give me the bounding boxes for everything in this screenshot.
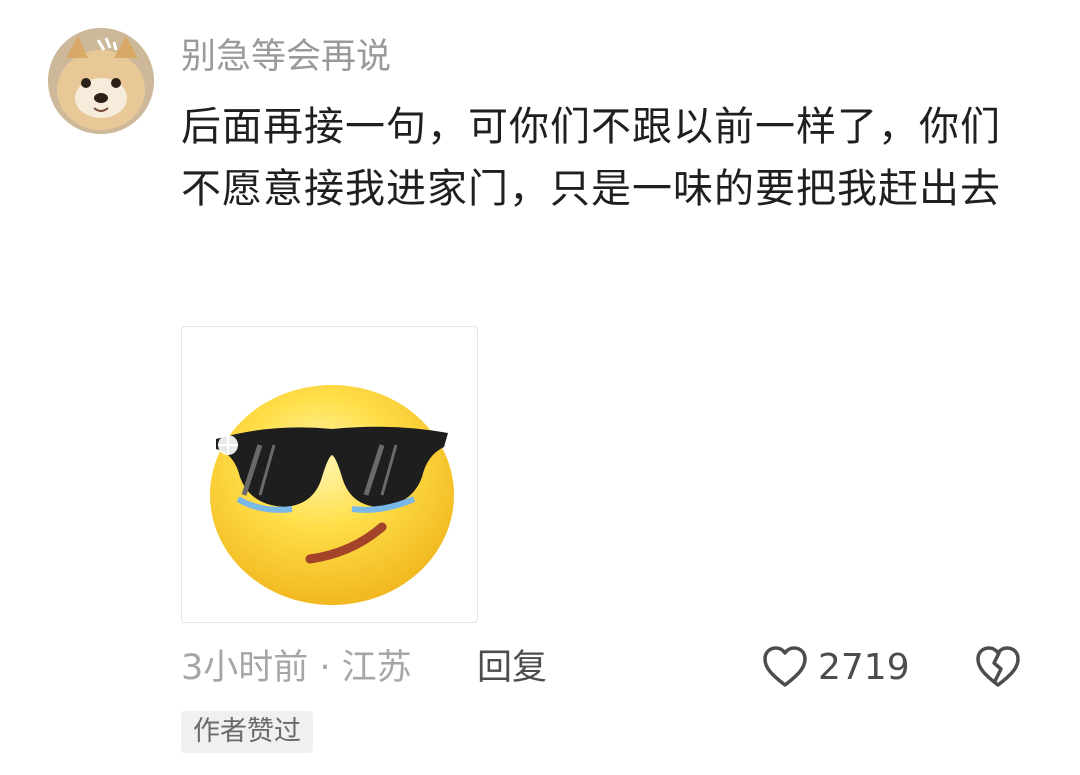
broken-heart-icon[interactable] xyxy=(975,645,1021,691)
comment-text: 后面再接一句，可你们不跟以前一样了，你们不愿意接我进家门，只是一味的要把我赶出去 xyxy=(181,104,1001,212)
avatar[interactable] xyxy=(48,28,154,134)
sticker-image[interactable] xyxy=(181,326,478,623)
author-liked-badge: 作者赞过 xyxy=(181,711,313,753)
cool-sunglasses-emoji-icon xyxy=(210,385,454,605)
reply-button[interactable]: 回复 xyxy=(477,645,547,691)
comment-item: 别急等会再说 后面再接一句，可你们不跟以前一样了，你们不愿意接我进家门，只是一味… xyxy=(0,0,1080,775)
heart-icon[interactable] xyxy=(762,645,808,691)
like-count: 2719 xyxy=(818,647,910,688)
username[interactable]: 别急等会再说 xyxy=(181,34,391,80)
comment-meta: 3小时前 · 江苏 xyxy=(181,648,412,688)
